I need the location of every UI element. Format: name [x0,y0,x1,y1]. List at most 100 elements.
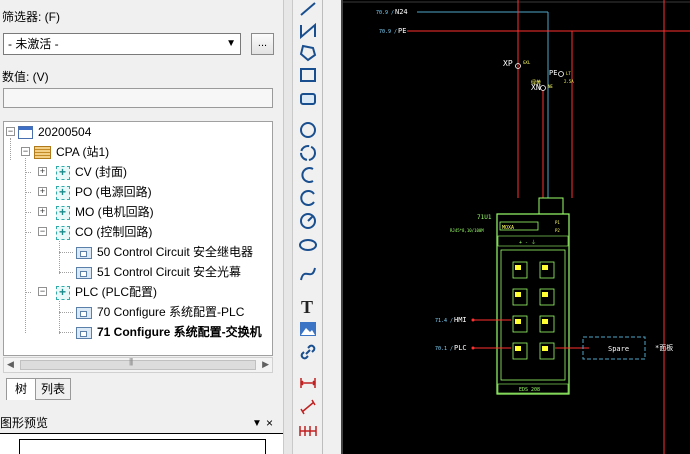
p1-label: P1 [555,220,560,225]
graphics-toolbar: T [293,0,323,454]
expand-po-toggle[interactable]: + [38,187,47,196]
moxa-switch-device: 71U1 MOXA RJ45*8,10/100M P1 P2 + - ⏚ EDS… [450,197,570,395]
page-icon [76,326,92,339]
tree-function-co[interactable]: CO (控制回路) [56,223,152,241]
polygon-icon[interactable] [298,43,318,63]
close-icon[interactable]: × [266,416,273,430]
page-tree: − 20200504 − CPA (站1) + CV (封面) + PO (电源… [3,121,273,356]
filter-select[interactable]: - 未激活 - ▼ [3,33,241,55]
tree-function-mo[interactable]: MO (电机回路) [56,203,154,221]
port-led [542,346,548,351]
tree-function-plc[interactable]: PLC (PLC配置) [56,283,157,301]
tree-page-71-selected[interactable]: 71 Configure 系统配置-交换机 [76,323,262,341]
port-led [542,292,548,297]
device-footer: EDS 208 [519,387,540,393]
arc-3point-icon[interactable] [298,188,318,208]
port-led [515,319,521,324]
collapse-station-toggle[interactable]: − [21,147,30,156]
function-icon [56,163,70,181]
tree-page-50[interactable]: 50 Control Circuit 安全继电器 [76,243,253,261]
pe-terminal-pin: LT [566,71,571,76]
p2-label: P2 [555,228,560,233]
preview-panel-title: 图形预览 [0,416,49,430]
toolbar-gap [323,0,341,454]
collapse-root-toggle[interactable]: − [6,127,15,136]
tree-root[interactable]: 20200504 [18,123,91,141]
project-icon [18,126,33,140]
xn-pin: NE [548,84,553,89]
chevron-down-icon: ▼ [226,38,236,49]
hmi-label: HMI [454,316,467,324]
n24-ref: 70.9 / [376,10,394,16]
sector-icon[interactable] [298,211,318,231]
function-icon [56,203,70,221]
function-icon [56,283,70,301]
dimension-icon[interactable] [298,373,318,393]
pe-terminal: PE [549,69,557,77]
hyperlink-icon[interactable] [298,342,318,362]
tree-station[interactable]: CPA (站1) [34,143,109,161]
device-tag: 71U1 [477,214,492,221]
xp-pin: GXL [523,60,531,65]
device-type: MOXA [502,225,514,231]
spline-icon[interactable] [298,264,318,284]
line-icon[interactable] [298,0,318,20]
text-icon[interactable]: T [298,296,318,317]
collapse-plc-toggle[interactable]: − [38,287,47,296]
function-icon [56,223,70,241]
tab-tree[interactable]: 树 [6,378,36,400]
tree-page-70[interactable]: 70 Configure 系统配置-PLC [76,303,244,321]
device-spec: RJ45*8,10/100M [450,228,484,233]
port-led [515,265,521,270]
port-led [515,292,521,297]
page-icon [76,306,92,319]
hmi-ref: 71.4 / [435,318,453,324]
port-led [542,265,548,270]
page-icon [76,266,92,279]
port-led [515,346,521,351]
panel-label: *面板 [655,343,673,352]
scrollbar-thumb[interactable] [20,357,256,370]
page-navigator-panel: 筛选器: (F) - 未激活 - ▼ ... 数值: (V) − 20200504… [0,0,283,454]
tree-function-po[interactable]: PO (电源回路) [56,183,152,201]
svg-text:T: T [301,297,313,316]
tree-page-51[interactable]: 51 Control Circuit 安全光幕 [76,263,241,281]
filter-selected-value: - 未激活 - [8,37,59,51]
scroll-left-icon[interactable]: ◀ [7,359,14,370]
tree-function-cv[interactable]: CV (封面) [56,163,127,181]
panel-splitter[interactable] [283,0,293,454]
value-label: 数值: (V) [2,70,49,84]
port-led [542,319,548,324]
collapse-co-toggle[interactable]: − [38,227,47,236]
ellipse-icon[interactable] [298,235,318,255]
filter-more-button[interactable]: ... [251,33,274,55]
schematic-canvas[interactable]: 70.9 / N24 70.9 / PE XP GXL PE LT 2.5A 绿… [341,0,690,454]
image-icon[interactable] [298,319,318,339]
tab-list[interactable]: 列表 [35,378,71,400]
filter-label: 筛选器: (F) [2,10,60,24]
pin-icon[interactable]: ▼ [252,418,262,429]
expand-mo-toggle[interactable]: + [38,207,47,216]
circle-icon[interactable] [298,120,318,140]
dimension-chain-icon[interactable] [298,421,318,441]
pe-label: PE [398,27,406,35]
value-input[interactable] [3,88,273,108]
polyline-icon[interactable] [298,21,318,41]
tree-horizontal-scrollbar[interactable]: ◀ ▶ [3,357,273,373]
plc-ref: 70.1 / [435,346,453,352]
function-icon [56,183,70,201]
rounded-rect-icon[interactable] [298,89,318,109]
n24-label: N24 [395,8,408,16]
scroll-right-icon[interactable]: ▶ [262,359,269,370]
rectangle-icon[interactable] [298,65,318,85]
station-icon [34,146,51,160]
circle-3point-icon[interactable] [298,143,318,163]
pe-ref: 70.9 / [379,29,397,35]
expand-cv-toggle[interactable]: + [38,167,47,176]
power-pins: + - ⏚ [519,239,536,246]
graphic-preview-area [0,433,283,454]
spare-label: Spare [608,345,629,353]
xp-terminal: XP [503,59,513,68]
arc-icon[interactable] [298,165,318,185]
dimension-aligned-icon[interactable] [298,397,318,417]
